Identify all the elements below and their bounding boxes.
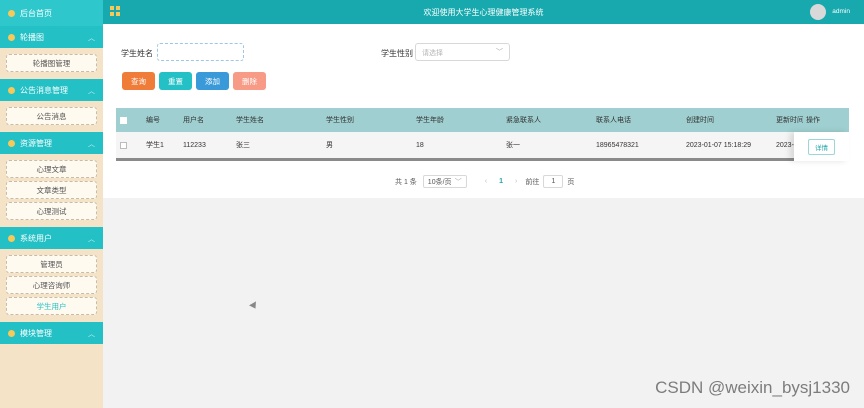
column-header: 紧急联系人 [506, 117, 541, 124]
content-background [103, 198, 864, 408]
sidebar-group-label: 模块管理 [20, 328, 52, 338]
image-icon [8, 33, 15, 41]
cell-created: 2023-01-07 15:18:29 [686, 141, 751, 149]
cell-phone: 18965478321 [596, 141, 639, 149]
cell-contact: 张一 [506, 142, 520, 149]
column-header: 用户名 [183, 117, 204, 124]
sidebar-group-notice[interactable]: 公告消息管理 ︿ [0, 79, 103, 101]
chevron-up-icon: ︿ [88, 141, 95, 148]
student-name-label: 学生姓名 [121, 49, 153, 58]
student-gender-select[interactable]: 请选择 ﹀ [415, 43, 510, 61]
goto-page-input[interactable]: 1 [543, 175, 564, 188]
column-header: 学生年龄 [416, 117, 444, 124]
search-panel: 学生姓名 学生性别 请选择 ﹀ 查询 重置 添加 删除 [103, 24, 864, 106]
sidebar-home-label: 后台首页 [20, 8, 52, 18]
sidebar-group-users[interactable]: 系统用户 ︿ [0, 227, 103, 249]
page-size-select[interactable]: 10条/页 ﹀ [422, 175, 467, 188]
module-icon [8, 329, 15, 337]
page-title: 欢迎使用大学生心理健康管理系统 [423, 8, 544, 17]
cell-username: 112233 [183, 141, 206, 149]
action-column: 详情 [794, 132, 849, 161]
next-page-button[interactable]: › [515, 178, 517, 185]
table-header: 编号 用户名 学生姓名 学生性别 学生年龄 紧急联系人 联系人电话 创建时间 更… [116, 108, 849, 132]
prev-page-button[interactable]: ‹ [485, 178, 487, 185]
cell-age: 18 [416, 141, 424, 149]
avatar[interactable] [810, 4, 826, 20]
sidebar-group-label: 资源管理 [20, 138, 52, 148]
sidebar: 后台首页 轮播图 ︿ 轮播图管理 公告消息管理 ︿ 公告消息 资源管理 ︿ 心理… [0, 0, 103, 408]
column-header: 操作 [806, 117, 820, 124]
chevron-up-icon: ︿ [88, 88, 95, 95]
student-table: 编号 用户名 学生姓名 学生性别 学生年龄 紧急联系人 联系人电话 创建时间 更… [116, 108, 849, 161]
home-icon [8, 9, 15, 17]
student-gender-label: 学生性别 [381, 49, 413, 58]
total-count: 共 1 条 [395, 178, 417, 186]
sidebar-group-resource[interactable]: 资源管理 ︿ [0, 132, 103, 154]
detail-button[interactable]: 详情 [808, 138, 835, 155]
column-header: 编号 [146, 117, 160, 124]
column-header: 联系人电话 [596, 117, 631, 124]
sidebar-group-label: 系统用户 [20, 233, 52, 243]
watermark: CSDN @weixin_bysj1330 [655, 378, 850, 397]
search-button[interactable]: 查询 [122, 72, 155, 90]
sidebar-item-students[interactable]: 学生用户 [6, 297, 97, 315]
goto-label: 前往 [525, 178, 540, 186]
row-checkbox[interactable] [120, 141, 127, 149]
bell-icon [8, 86, 15, 94]
chevron-up-icon: ︿ [88, 236, 95, 243]
warning-icon [8, 234, 15, 242]
sidebar-group-label: 轮播图 [20, 32, 44, 42]
column-header: 创建时间 [686, 117, 714, 124]
sidebar-item-article-type[interactable]: 文章类型 [6, 181, 97, 199]
sidebar-home[interactable]: 后台首页 [0, 0, 103, 26]
sidebar-item-counselor[interactable]: 心理咨询师 [6, 276, 97, 294]
chevron-down-icon: ﹀ [454, 179, 462, 186]
pagination: 共 1 条 10条/页 ﹀ ‹ 1 › 前往 1 页 [395, 175, 574, 188]
chevron-down-icon: ﹀ [496, 49, 503, 56]
sidebar-item-article[interactable]: 心理文章 [6, 160, 97, 178]
table-row[interactable]: 学生1 112233 张三 男 18 张一 18965478321 2023-0… [116, 132, 849, 161]
sidebar-item-carousel-manage[interactable]: 轮播图管理 [6, 54, 97, 72]
sidebar-group-label: 公告消息管理 [20, 85, 68, 95]
cell-name: 张三 [236, 142, 250, 149]
sidebar-group-modules[interactable]: 模块管理 ︿ [0, 322, 103, 344]
chevron-up-icon: ︿ [88, 35, 95, 42]
username-label[interactable]: admin [832, 8, 850, 15]
select-all-checkbox[interactable] [120, 116, 127, 124]
page-unit-label: 页 [567, 178, 575, 186]
folder-icon [8, 139, 15, 147]
reset-button[interactable]: 重置 [159, 72, 192, 90]
sidebar-item-notice[interactable]: 公告消息 [6, 107, 97, 125]
cell-gender: 男 [326, 142, 333, 149]
sidebar-item-test[interactable]: 心理测试 [6, 202, 97, 220]
add-button[interactable]: 添加 [196, 72, 229, 90]
column-header: 更新时间 [776, 117, 803, 124]
current-page[interactable]: 1 [499, 178, 503, 185]
select-placeholder: 请选择 [422, 50, 443, 57]
cell-id: 学生1 [146, 142, 164, 149]
page-size-value: 10条/页 [427, 179, 452, 186]
topbar: 欢迎使用大学生心理健康管理系统 admin [103, 0, 864, 24]
column-header: 学生性别 [326, 117, 354, 124]
sidebar-group-carousel[interactable]: 轮播图 ︿ [0, 26, 103, 48]
sidebar-item-admin[interactable]: 管理员 [6, 255, 97, 273]
delete-button[interactable]: 删除 [233, 72, 266, 90]
student-name-input[interactable] [157, 43, 244, 61]
column-header: 学生姓名 [236, 117, 264, 124]
chevron-up-icon: ︿ [88, 331, 95, 338]
